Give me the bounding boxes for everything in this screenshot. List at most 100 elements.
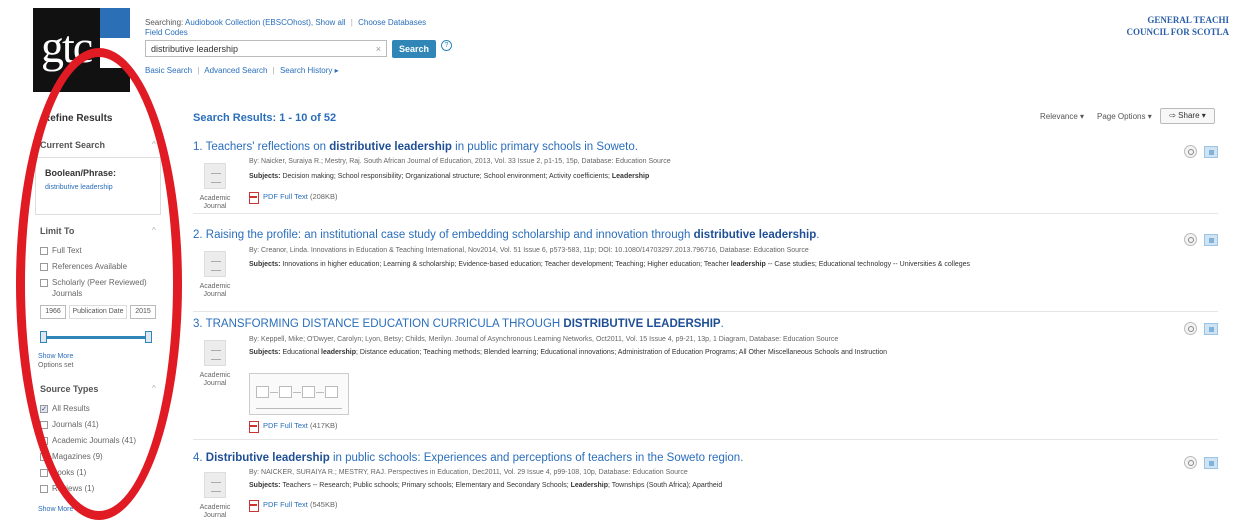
result-subjects: Subjects: Decision making; School respon… — [249, 173, 650, 180]
result-subjects: Subjects: Teachers -- Research; Public s… — [249, 482, 723, 489]
org-line-2: COUNCIL FOR SCOTLA — [1126, 27, 1229, 37]
database-link[interactable]: Audiobook Collection (EBSCOhost), Show a… — [185, 18, 346, 27]
search-history-link[interactable]: Search History ▸ — [280, 66, 339, 75]
preview-icon[interactable] — [1184, 456, 1197, 469]
result-actions — [1184, 233, 1218, 246]
diagram-box — [256, 386, 269, 398]
pdf-icon — [249, 192, 259, 205]
checkbox[interactable] — [40, 436, 48, 445]
add-to-folder-icon[interactable] — [1204, 456, 1218, 469]
result-title[interactable]: 4. Distributive leadership in public sch… — [193, 452, 743, 464]
document-type-icon — [204, 472, 226, 498]
add-to-folder-icon[interactable] — [1204, 233, 1218, 246]
diagram-line — [270, 392, 278, 393]
limit-references-available[interactable]: References Available — [40, 262, 127, 271]
result-meta: By: Keppell, Mike; O'Dwyer, Carolyn; Lyo… — [249, 336, 839, 343]
choose-databases-link[interactable]: Choose Databases — [358, 18, 426, 27]
limit-full-text[interactable]: Full Text — [40, 246, 82, 255]
source-magazines[interactable]: Magazines (9) — [40, 452, 103, 461]
diagram-box — [302, 386, 315, 398]
checkbox[interactable] — [40, 468, 48, 477]
diagram-box — [279, 386, 292, 398]
clear-icon[interactable]: × — [376, 44, 381, 54]
diagram-box — [325, 386, 338, 398]
pdf-icon — [249, 421, 259, 434]
collapse-icon[interactable]: ^ — [152, 384, 156, 393]
diagram-thumbnail[interactable] — [249, 373, 349, 415]
pdf-full-text-link[interactable]: PDF Full Text (417KB) — [249, 421, 337, 434]
page-options-dropdown[interactable]: Page Options ▾ — [1097, 112, 1152, 121]
date-slider-end-handle[interactable] — [145, 331, 152, 343]
limit-to-heading[interactable]: Limit To — [40, 226, 74, 236]
separator: | — [350, 18, 353, 27]
show-more-link[interactable]: Show More — [38, 353, 73, 360]
refine-results-title: Refine Results — [43, 113, 113, 124]
document-type-icon — [204, 340, 226, 366]
options-set-text[interactable]: Options set — [38, 362, 73, 369]
share-button[interactable]: ⇨ Share ▾ — [1160, 108, 1215, 124]
document-type-label: Academic Journal — [199, 504, 231, 519]
checkbox[interactable] — [40, 246, 48, 255]
document-type-label: Academic Journal — [199, 283, 231, 298]
source-types-heading[interactable]: Source Types — [40, 384, 98, 394]
document-type-icon — [204, 251, 226, 277]
checkbox-checked[interactable] — [40, 404, 48, 413]
date-slider-start-handle[interactable] — [40, 331, 47, 343]
result-title[interactable]: 1. Teachers' reflections on distributive… — [193, 141, 638, 153]
boolean-phrase-label: Boolean/Phrase: — [45, 168, 117, 178]
date-to-input[interactable]: 2015 — [130, 305, 156, 319]
result-meta: By: Naicker, Suraiya R.; Mestry, Raj. So… — [249, 158, 671, 165]
help-icon[interactable]: ? — [441, 40, 452, 51]
date-slider-track[interactable] — [42, 336, 150, 339]
share-label: Share ▾ — [1178, 111, 1206, 120]
result-actions — [1184, 456, 1218, 469]
result-item: 1. Teachers' reflections on distributive… — [193, 141, 1218, 214]
result-item: 4. Distributive leadership in public sch… — [193, 452, 1218, 524]
source-all-results[interactable]: All Results — [40, 404, 90, 413]
publication-date-label: Publication Date — [69, 305, 127, 319]
relevance-dropdown[interactable]: Relevance ▾ — [1040, 112, 1084, 121]
diagram-line — [293, 392, 301, 393]
preview-icon[interactable] — [1184, 233, 1197, 246]
checkbox[interactable] — [40, 452, 48, 461]
boolean-phrase-value[interactable]: distributive leadership — [45, 184, 113, 191]
collapse-icon[interactable]: ^ — [152, 226, 156, 235]
result-subjects: Subjects: Educational leadership; Distan… — [249, 349, 888, 356]
result-actions — [1184, 322, 1218, 335]
document-type-label: Academic Journal — [199, 372, 231, 387]
organization-name[interactable]: GENERAL TEACHI COUNCIL FOR SCOTLA — [1126, 14, 1229, 38]
diagram-line — [316, 392, 324, 393]
current-search-heading[interactable]: Current Search — [40, 140, 105, 150]
add-to-folder-icon[interactable] — [1204, 145, 1218, 158]
result-meta: By: NAICKER, SURAIYA R.; MESTRY, RAJ. Pe… — [249, 469, 688, 476]
results-range: 1 - 10 of 52 — [279, 112, 337, 124]
show-more-source-link[interactable]: Show More — [38, 506, 73, 513]
results-heading: Search Results: 1 - 10 of 52 — [193, 112, 336, 124]
result-actions — [1184, 145, 1218, 158]
advanced-search-link[interactable]: Advanced Search — [204, 66, 267, 75]
add-to-folder-icon[interactable] — [1204, 322, 1218, 335]
pdf-full-text-link[interactable]: PDF Full Text (545KB) — [249, 500, 337, 513]
checkbox[interactable] — [40, 278, 48, 287]
source-reviews[interactable]: Reviews (1) — [40, 484, 94, 493]
pdf-full-text-link[interactable]: PDF Full Text (208KB) — [249, 192, 337, 205]
date-from-input[interactable]: 1966 — [40, 305, 66, 319]
limit-scholarly[interactable]: Scholarly (Peer Reviewed) — [40, 278, 147, 287]
source-books[interactable]: Books (1) — [40, 468, 86, 477]
checkbox[interactable] — [40, 484, 48, 493]
checkbox[interactable] — [40, 420, 48, 429]
result-subjects: Subjects: Innovations in higher educatio… — [249, 261, 971, 268]
results-heading-prefix: Search Results: — [193, 112, 277, 124]
preview-icon[interactable] — [1184, 145, 1197, 158]
source-academic-journals[interactable]: Academic Journals (41) — [40, 436, 136, 445]
checkbox[interactable] — [40, 262, 48, 271]
preview-icon[interactable] — [1184, 322, 1197, 335]
result-item: 3. TRANSFORMING DISTANCE EDUCATION CURRI… — [193, 318, 1218, 440]
result-item: 2. Raising the profile: an institutional… — [193, 229, 1218, 312]
source-journals[interactable]: Journals (41) — [40, 420, 99, 429]
search-button[interactable]: Search — [392, 40, 436, 58]
result-title[interactable]: 3. TRANSFORMING DISTANCE EDUCATION CURRI… — [193, 318, 724, 330]
collapse-icon[interactable]: ^ — [152, 140, 156, 149]
result-meta: By: Creanor, Linda. Innovations in Educa… — [249, 247, 809, 254]
result-title[interactable]: 2. Raising the profile: an institutional… — [193, 229, 819, 241]
